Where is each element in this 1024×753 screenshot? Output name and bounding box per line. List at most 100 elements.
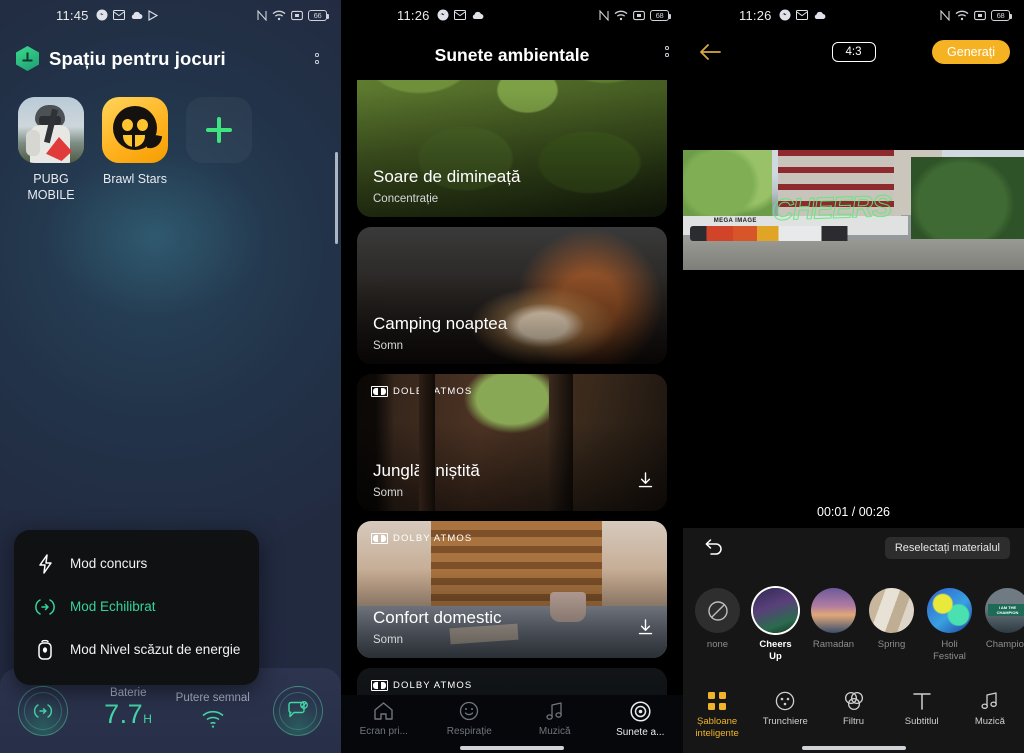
undo-icon[interactable] — [703, 538, 723, 561]
performance-mode-menu: Mod concurs Mod Echilibrat Mod Nivel scă… — [14, 530, 259, 685]
app-label-pubg: PUBG MOBILE — [27, 172, 75, 202]
editor-tab-trunchiere[interactable]: Trunchiere — [751, 691, 819, 728]
template-thumb — [869, 588, 914, 633]
plus-icon — [206, 117, 232, 143]
sound-card-soare-de-dimineata[interactable]: Soare de dimineață Concentrație — [357, 80, 667, 217]
add-app-button[interactable] — [186, 97, 252, 203]
game-space-phone-panel: 11:45 66 Spațiu pentru jocuri PUBG MOBIL… — [0, 0, 341, 753]
screen-record-icon — [291, 10, 303, 21]
dolby-atmos-label: DOLBY ATMOS — [393, 386, 473, 397]
cloud-icon — [130, 11, 143, 20]
app-tile-brawl-stars[interactable]: Brawl Stars — [102, 97, 168, 203]
status-left-icons — [779, 9, 826, 21]
sound-card-jungla-linistita[interactable]: DOLBY ATMOS Junglă liniștită Somn — [357, 374, 667, 511]
dolby-mark-icon — [371, 386, 388, 397]
template-champion[interactable]: Champion — [985, 588, 1024, 663]
home-indicator — [801, 746, 906, 750]
overflow-menu-icon[interactable] — [659, 40, 675, 63]
editor-tab-smart-templates[interactable]: Șabloane inteligente — [683, 691, 751, 740]
template-label: Cheers Up — [759, 639, 792, 662]
mode-item-echilibrat[interactable]: Mod Echilibrat — [14, 585, 259, 628]
overflow-menu-icon[interactable] — [309, 47, 325, 70]
template-thumb — [985, 588, 1024, 633]
status-left-icons — [437, 9, 484, 21]
battery-indicator: 66 — [308, 9, 329, 21]
battery-indicator: 68 — [991, 9, 1012, 21]
nav-label: Sunete a... — [616, 727, 665, 738]
mode-item-low-power[interactable]: Mod Nivel scăzut de energie — [14, 628, 259, 671]
reselect-material-button[interactable]: Reselectați materialul — [884, 537, 1010, 559]
signal-metric-label: Putere semnal — [175, 692, 250, 704]
mode-item-concurs[interactable]: Mod concurs — [14, 542, 259, 585]
nav-item-ecran-principal[interactable]: Ecran pri... — [341, 701, 427, 737]
sound-card-category: Somn — [373, 487, 404, 499]
dolby-atmos-badge: DOLBY ATMOS — [371, 533, 472, 544]
sound-card-category: Somn — [373, 634, 404, 646]
template-ramadan[interactable]: Ramadan — [811, 588, 856, 663]
editor-tab-label: Muzică — [974, 716, 1005, 727]
game-space-logo-icon — [16, 46, 39, 71]
block-notifications-button[interactable] — [273, 685, 323, 736]
ambient-sounds-phone-panel: 11:26 68 Sunete ambientale Soare de dimi… — [341, 0, 683, 753]
sound-card-confort-domestic[interactable]: DOLBY ATMOS Confort domestic Somn — [357, 521, 667, 658]
nav-item-sunete-ambientale[interactable]: Sunete a... — [598, 701, 684, 738]
editor-tab-label: Trunchiere — [762, 716, 808, 727]
timecode-label: 00:01 / 00:26 — [817, 505, 890, 519]
template-carousel[interactable]: none Cheers Up Ramadan Spring Holi Festi… — [683, 588, 1024, 663]
messenger-icon — [779, 9, 791, 21]
editor-tab-subtitlul[interactable]: Subtitlul — [888, 691, 956, 728]
page-title: Sunete ambientale — [434, 44, 590, 65]
balanced-mode-button[interactable] — [18, 685, 68, 736]
template-thumb — [753, 588, 798, 633]
sound-card-partial[interactable]: DOLBY ATMOS — [357, 668, 667, 695]
status-right-icons: 66 — [257, 9, 329, 21]
template-holi-festival[interactable]: Holi Festival — [927, 588, 972, 663]
nfc-icon — [940, 9, 950, 21]
download-icon[interactable] — [638, 472, 653, 493]
dolby-atmos-badge: DOLBY ATMOS — [371, 386, 472, 397]
screen-record-icon — [974, 10, 986, 21]
template-spring[interactable]: Spring — [869, 588, 914, 663]
back-arrow-icon[interactable] — [697, 39, 723, 65]
nav-item-muzica[interactable]: Muzică — [512, 701, 598, 737]
nav-item-respiratie[interactable]: Respirație — [427, 701, 513, 737]
editor-tab-label: Filtru — [842, 716, 865, 727]
aspect-ratio-chip[interactable]: 4:3 — [831, 42, 876, 62]
messenger-icon — [96, 9, 108, 21]
nfc-icon — [599, 9, 609, 21]
neon-overlay-text: CHEERS — [771, 189, 892, 228]
nav-label: Respirație — [446, 726, 492, 737]
video-preview[interactable]: MEGA IMAGE CHEERS — [683, 150, 1024, 270]
mega-image-sign: MEGA IMAGE — [713, 218, 757, 225]
dolby-mark-icon — [371, 680, 388, 691]
generate-button[interactable]: Generați — [932, 40, 1010, 64]
template-none[interactable]: none — [695, 588, 740, 663]
wifi-icon — [272, 10, 286, 21]
sound-card-camping-noaptea[interactable]: Camping noaptea Somn — [357, 227, 667, 364]
game-app-grid: PUBG MOBILE Brawl Stars — [0, 71, 341, 203]
wifi-icon — [955, 10, 969, 21]
editor-bottom-nav: Șabloane inteligente Trunchiere Filtru S… — [683, 683, 1024, 753]
ambient-sound-list[interactable]: Soare de dimineață Concentrație Camping … — [341, 80, 683, 695]
status-right-icons: 68 — [940, 9, 1012, 21]
status-bar-mid: 11:26 68 — [341, 0, 683, 30]
editor-tab-filtru[interactable]: Filtru — [819, 691, 887, 728]
dolby-atmos-label: DOLBY ATMOS — [393, 680, 473, 691]
app-tile-pubg[interactable]: PUBG MOBILE — [18, 97, 84, 203]
template-cheers-up[interactable]: Cheers Up — [753, 588, 798, 663]
page-title: Spațiu pentru jocuri — [49, 47, 226, 69]
sound-card-category: Concentrație — [373, 193, 439, 205]
cloud-icon — [471, 11, 484, 20]
template-thumb — [811, 588, 856, 633]
video-editor-phone-panel: 11:26 68 4:3 Generați MEGA IMAGE CHEERS … — [683, 0, 1024, 753]
editor-tab-label: Șabloane inteligente — [695, 716, 739, 739]
template-label: Champion — [985, 639, 1024, 650]
balanced-icon — [32, 598, 58, 616]
editor-tab-muzica[interactable]: Muzică — [956, 691, 1024, 728]
status-time: 11:45 — [56, 7, 89, 23]
download-icon[interactable] — [638, 619, 653, 640]
no-template-icon — [695, 588, 740, 633]
app-label-brawl: Brawl Stars — [103, 172, 167, 186]
battery-metric: Baterie 7.7H — [86, 687, 171, 734]
pubg-mobile-icon — [18, 97, 84, 163]
